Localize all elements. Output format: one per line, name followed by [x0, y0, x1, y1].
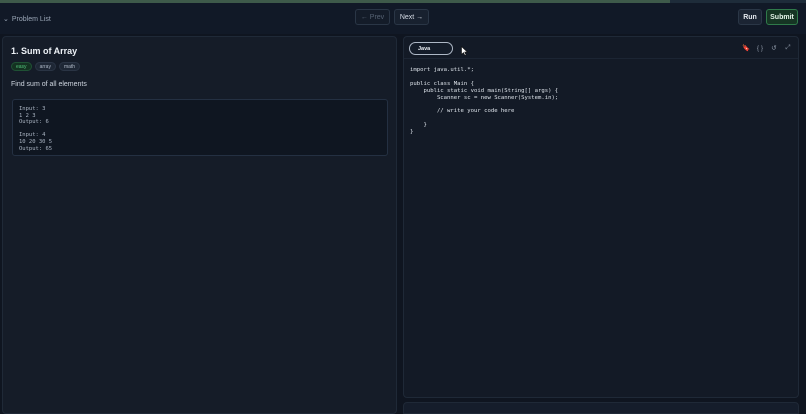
braces-icon[interactable]: { }	[756, 43, 764, 53]
language-select[interactable]: Java	[409, 42, 453, 55]
prev-button[interactable]: ← Prev	[355, 9, 390, 25]
example-2-line-3: Output: 65	[19, 145, 53, 152]
code-line: Scanner sc = new Scanner(System.in);	[410, 94, 559, 101]
bookmark-icon[interactable]: 🔖	[742, 43, 750, 53]
code-line: public static void main(String[] args) {	[410, 87, 559, 94]
problem-panel: 1. Sum of Array easy array math Find sum…	[2, 36, 397, 414]
example-1-line-1: Input: 3	[19, 106, 46, 112]
console-panel	[403, 402, 799, 414]
tag-array: array	[34, 62, 56, 71]
code-line: import java.util.*;	[410, 67, 474, 73]
problem-list-link[interactable]: ⌄ Problem List	[3, 12, 51, 26]
tag-easy: easy	[11, 62, 32, 71]
code-line: }	[410, 129, 414, 136]
tag-list: easy array math	[11, 62, 81, 71]
problem-title: 1. Sum of Array	[11, 46, 78, 56]
code-editor[interactable]: import java.util.*; public class Main { …	[410, 67, 790, 387]
example-spacer	[19, 126, 381, 133]
editor-toolbar: Java 🔖 { } ↺ ⤢	[404, 37, 798, 59]
code-line: }	[410, 122, 427, 129]
problem-description: Find sum of all elements	[11, 81, 87, 88]
run-button[interactable]: Run	[738, 9, 762, 25]
examples-box: Input: 3 1 2 3 Output: 6 Input: 4 10 20 …	[12, 99, 388, 156]
editor-tool-icons: 🔖 { } ↺ ⤢	[742, 43, 792, 53]
next-button[interactable]: Next →	[394, 9, 429, 25]
reset-icon[interactable]: ↺	[770, 43, 778, 53]
example-2-line-2: 10 20 30 5	[19, 138, 53, 145]
example-1-line-2: 1 2 3	[19, 112, 36, 119]
problem-list-label: Problem List	[11, 15, 51, 23]
example-1-line-3: Output: 6	[19, 119, 49, 126]
expand-icon[interactable]: ⤢	[784, 43, 792, 53]
editor-panel: Java 🔖 { } ↺ ⤢ import java.util.*; publi…	[403, 36, 799, 398]
tag-math: math	[58, 62, 81, 71]
mouse-cursor-icon	[461, 46, 469, 56]
submit-button[interactable]: Submit	[766, 9, 798, 25]
example-2-line-1: Input: 4	[19, 132, 46, 139]
code-line: public class Main {	[410, 80, 474, 87]
header-bar: ⌄ Problem List ← Prev Next → Run Submit	[0, 3, 806, 34]
chevron-down-icon: ⌄	[3, 16, 9, 23]
code-line: // write your code here	[410, 108, 515, 115]
